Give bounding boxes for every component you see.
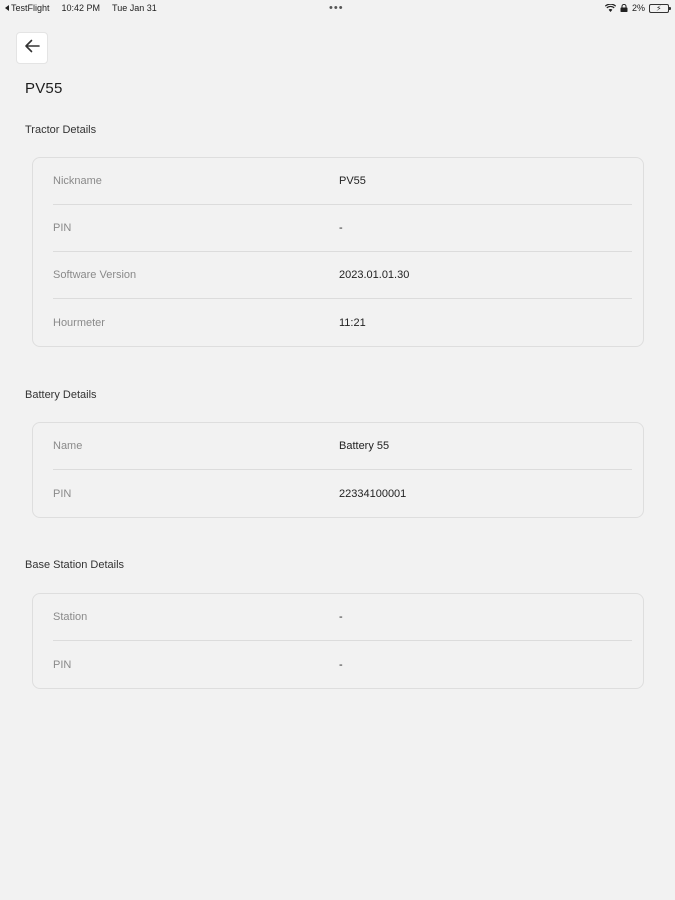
detail-row-station: Station - [53, 594, 632, 641]
base-station-details-card: Station - PIN - [32, 593, 644, 689]
lock-icon [620, 4, 628, 12]
detail-row-hourmeter: Hourmeter 11:21 [53, 299, 632, 346]
row-value: 22334100001 [339, 487, 407, 500]
row-value: - [339, 611, 343, 623]
row-label: PIN [53, 487, 72, 500]
battery-percent: 2% [631, 3, 645, 13]
row-value: 11:21 [339, 316, 366, 329]
status-left: TestFlight 10:42 PM Tue Jan 31 [5, 3, 157, 13]
detail-row-pin: PIN 22334100001 [53, 470, 632, 517]
status-right: 2% ⚡ [604, 3, 671, 13]
detail-row-pin: PIN - [53, 641, 632, 688]
row-label: PIN [53, 658, 72, 671]
row-label: PIN [53, 222, 72, 234]
tractor-details-card: Nickname PV55 PIN - Software Version 202… [32, 157, 644, 347]
row-value: - [339, 222, 343, 234]
row-label: Station [53, 611, 88, 623]
detail-row-software-version: Software Version 2023.01.01.30 [53, 252, 632, 299]
battery-details-card: Name Battery 55 PIN 22334100001 [32, 422, 644, 518]
battery-icon: ⚡ [649, 3, 671, 13]
detail-row-pin: PIN - [53, 205, 632, 252]
back-button[interactable] [16, 32, 48, 64]
detail-row-name: Name Battery 55 [53, 423, 632, 470]
row-label: Hourmeter [53, 316, 105, 329]
row-value: PV55 [339, 175, 366, 187]
detail-row-nickname: Nickname PV55 [53, 158, 632, 205]
row-value: Battery 55 [339, 440, 390, 452]
status-date: Tue Jan 31 [112, 3, 157, 13]
page-title: PV55 [25, 80, 63, 97]
back-app-name: TestFlight [11, 3, 50, 13]
status-time: 10:42 PM [61, 3, 101, 13]
section-title-base-station: Base Station Details [25, 559, 125, 571]
multitasking-dots[interactable]: ••• [329, 2, 344, 14]
back-to-app-link[interactable]: TestFlight [5, 3, 50, 13]
wifi-icon [604, 4, 616, 12]
section-title-battery: Battery Details [25, 389, 97, 401]
back-triangle-icon [5, 5, 9, 11]
row-label: Software Version [53, 269, 137, 281]
charging-bolt-icon: ⚡ [656, 3, 662, 13]
row-label: Nickname [53, 175, 102, 187]
row-value: - [339, 658, 343, 671]
arrow-left-icon [24, 39, 40, 58]
section-title-tractor: Tractor Details [25, 124, 97, 136]
status-bar: TestFlight 10:42 PM Tue Jan 31 ••• 2% ⚡ [0, 0, 675, 16]
row-label: Name [53, 440, 83, 452]
row-value: 2023.01.01.30 [339, 269, 410, 281]
